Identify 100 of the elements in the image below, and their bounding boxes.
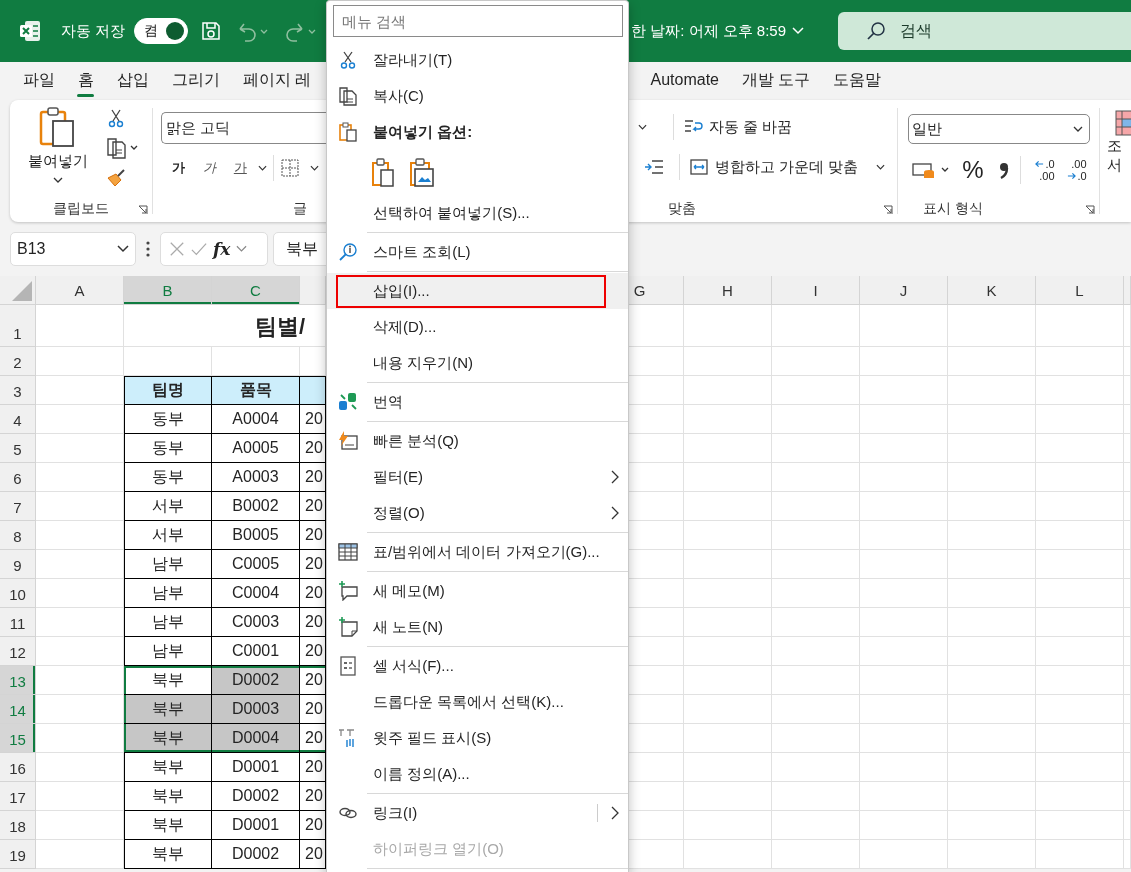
wrap-text-button[interactable]: 자동 줄 바꿈: [682, 117, 792, 137]
row-header[interactable]: 9: [0, 550, 36, 579]
search-field[interactable]: 검색: [838, 12, 1131, 50]
column-header[interactable]: L: [1036, 276, 1124, 305]
row-header[interactable]: 19: [0, 840, 36, 869]
more-icon[interactable]: [146, 241, 150, 257]
menu-item[interactable]: 내용 지우기(N): [327, 345, 628, 381]
column-header[interactable]: A: [36, 276, 124, 305]
caret-icon[interactable]: [637, 124, 647, 130]
column-header[interactable]: I: [772, 276, 860, 305]
scissors-icon[interactable]: [106, 108, 126, 128]
row-header[interactable]: 7: [0, 492, 36, 521]
checkmark-icon[interactable]: [191, 241, 207, 257]
row-header[interactable]: 8: [0, 521, 36, 550]
bold-button[interactable]: 가: [162, 159, 194, 177]
number-format-dropdown[interactable]: 일반: [908, 114, 1090, 144]
row-header[interactable]: 13: [0, 666, 36, 695]
menu-item[interactable]: 셀 서식(F)...: [327, 648, 628, 684]
row-header[interactable]: 15: [0, 724, 36, 753]
ribbon-tab[interactable]: 삽입: [105, 63, 160, 97]
column-header[interactable]: C: [212, 276, 300, 305]
info-magnifier-icon: [337, 242, 358, 262]
ribbon-tab[interactable]: 페이지 레: [231, 63, 323, 97]
percent-button[interactable]: %: [962, 156, 984, 184]
menu-search-field[interactable]: 메뉴 검색: [333, 5, 623, 37]
conditional-format-button[interactable]: 조 서: [1100, 110, 1131, 222]
group-label: 맞춤: [667, 200, 696, 218]
menu-item[interactable]: 새 노트(N): [327, 609, 628, 645]
insert-function-button[interactable]: fx: [213, 239, 231, 259]
comma-icon[interactable]: [997, 160, 1010, 180]
table-cell: 북부: [124, 811, 212, 840]
underline-button[interactable]: 가: [224, 159, 256, 177]
ribbon-tab[interactable]: 그리기: [160, 63, 231, 97]
menu-item[interactable]: 선택하여 붙여넣기(S)...: [327, 195, 628, 231]
table-cell: C0004: [212, 579, 300, 608]
row-header[interactable]: 6: [0, 463, 36, 492]
row-header[interactable]: 16: [0, 753, 36, 782]
name-box[interactable]: B13: [10, 232, 136, 266]
table-cell: 남부: [124, 579, 212, 608]
caret-icon: [1073, 126, 1083, 132]
saved-info[interactable]: 한 날짜: 어제 오후 8:59: [631, 21, 787, 41]
font-name-field[interactable]: 맑은 고딕: [160, 112, 326, 144]
caret-icon[interactable]: [309, 165, 319, 171]
menu-item[interactable]: 필터(E): [327, 459, 628, 495]
column-header[interactable]: B: [124, 276, 212, 305]
increase-decimal-button[interactable]: .0 .00: [1030, 158, 1055, 182]
ribbon-tab[interactable]: 개발 도구: [730, 63, 822, 97]
row-header[interactable]: 17: [0, 782, 36, 811]
column-header[interactable]: K: [948, 276, 1036, 305]
arrow-left-icon: [1035, 160, 1045, 168]
menu-split-item[interactable]: 링크(I): [327, 795, 628, 831]
spreadsheet-logo-icon[interactable]: [18, 19, 42, 43]
menu-item[interactable]: 삭제(D)...: [327, 309, 628, 345]
row-header[interactable]: 4: [0, 405, 36, 434]
caret-icon[interactable]: [257, 165, 267, 171]
menu-item[interactable]: 드롭다운 목록에서 선택(K)...: [327, 684, 628, 720]
row-header[interactable]: 14: [0, 695, 36, 724]
caret-icon: [53, 177, 63, 183]
ribbon-tab[interactable]: 파일: [11, 63, 66, 97]
dialog-launcher-icon[interactable]: [883, 205, 894, 215]
ribbon-tab[interactable]: 홈: [66, 63, 105, 97]
dialog-launcher-icon[interactable]: [1085, 205, 1095, 215]
menu-item[interactable]: 윗주 필드 표시(S): [327, 720, 628, 756]
row-header[interactable]: 3: [0, 376, 36, 405]
column-header[interactable]: J: [860, 276, 948, 305]
menu-item[interactable]: 번역: [327, 384, 628, 420]
italic-button[interactable]: 가: [193, 159, 225, 177]
menu-item[interactable]: 이름 정의(A)...: [327, 756, 628, 792]
row-header[interactable]: 18: [0, 811, 36, 840]
column-header[interactable]: H: [684, 276, 772, 305]
row-header[interactable]: 2: [0, 347, 36, 376]
save-icon[interactable]: [200, 20, 223, 42]
paste-option-icon[interactable]: [371, 157, 397, 188]
menu-item[interactable]: 삽입(I)...: [327, 273, 628, 309]
row-header[interactable]: 11: [0, 608, 36, 637]
table-cell: D0002: [212, 666, 300, 695]
dialog-launcher-icon[interactable]: [137, 205, 148, 215]
paste-picture-icon[interactable]: [409, 157, 435, 188]
menu-item[interactable]: 표/범위에서 데이터 가져오기(G)...: [327, 534, 628, 570]
menu-item[interactable]: 잘라내기(T): [327, 42, 628, 78]
merge-center-button[interactable]: 병합하고 가운데 맞춤: [688, 157, 885, 177]
autosave-toggle[interactable]: 켬: [134, 18, 189, 44]
indent-icon[interactable]: [642, 157, 665, 177]
autosave-label: 자동 저장: [61, 21, 126, 41]
menu-item[interactable]: 복사(C): [327, 78, 628, 114]
ribbon-tab[interactable]: 도움말: [821, 63, 893, 97]
chevron-right-icon: [611, 506, 619, 520]
decrease-decimal-button[interactable]: .00 .0: [1062, 158, 1087, 182]
row-header[interactable]: 5: [0, 434, 36, 463]
row-header[interactable]: 1: [0, 305, 36, 347]
row-header[interactable]: 10: [0, 579, 36, 608]
row-header[interactable]: 12: [0, 637, 36, 666]
menu-item[interactable]: 새 메모(M): [327, 573, 628, 609]
copy-icon[interactable]: [106, 137, 140, 159]
menu-item[interactable]: 정렬(O): [327, 495, 628, 531]
menu-item[interactable]: 빠른 분석(Q): [327, 423, 628, 459]
paintbrush-icon[interactable]: [106, 168, 126, 188]
table-cell: 북부: [124, 695, 212, 724]
ribbon-tab[interactable]: Automate: [639, 65, 731, 95]
paste-button[interactable]: 붙여넣기: [20, 106, 96, 196]
